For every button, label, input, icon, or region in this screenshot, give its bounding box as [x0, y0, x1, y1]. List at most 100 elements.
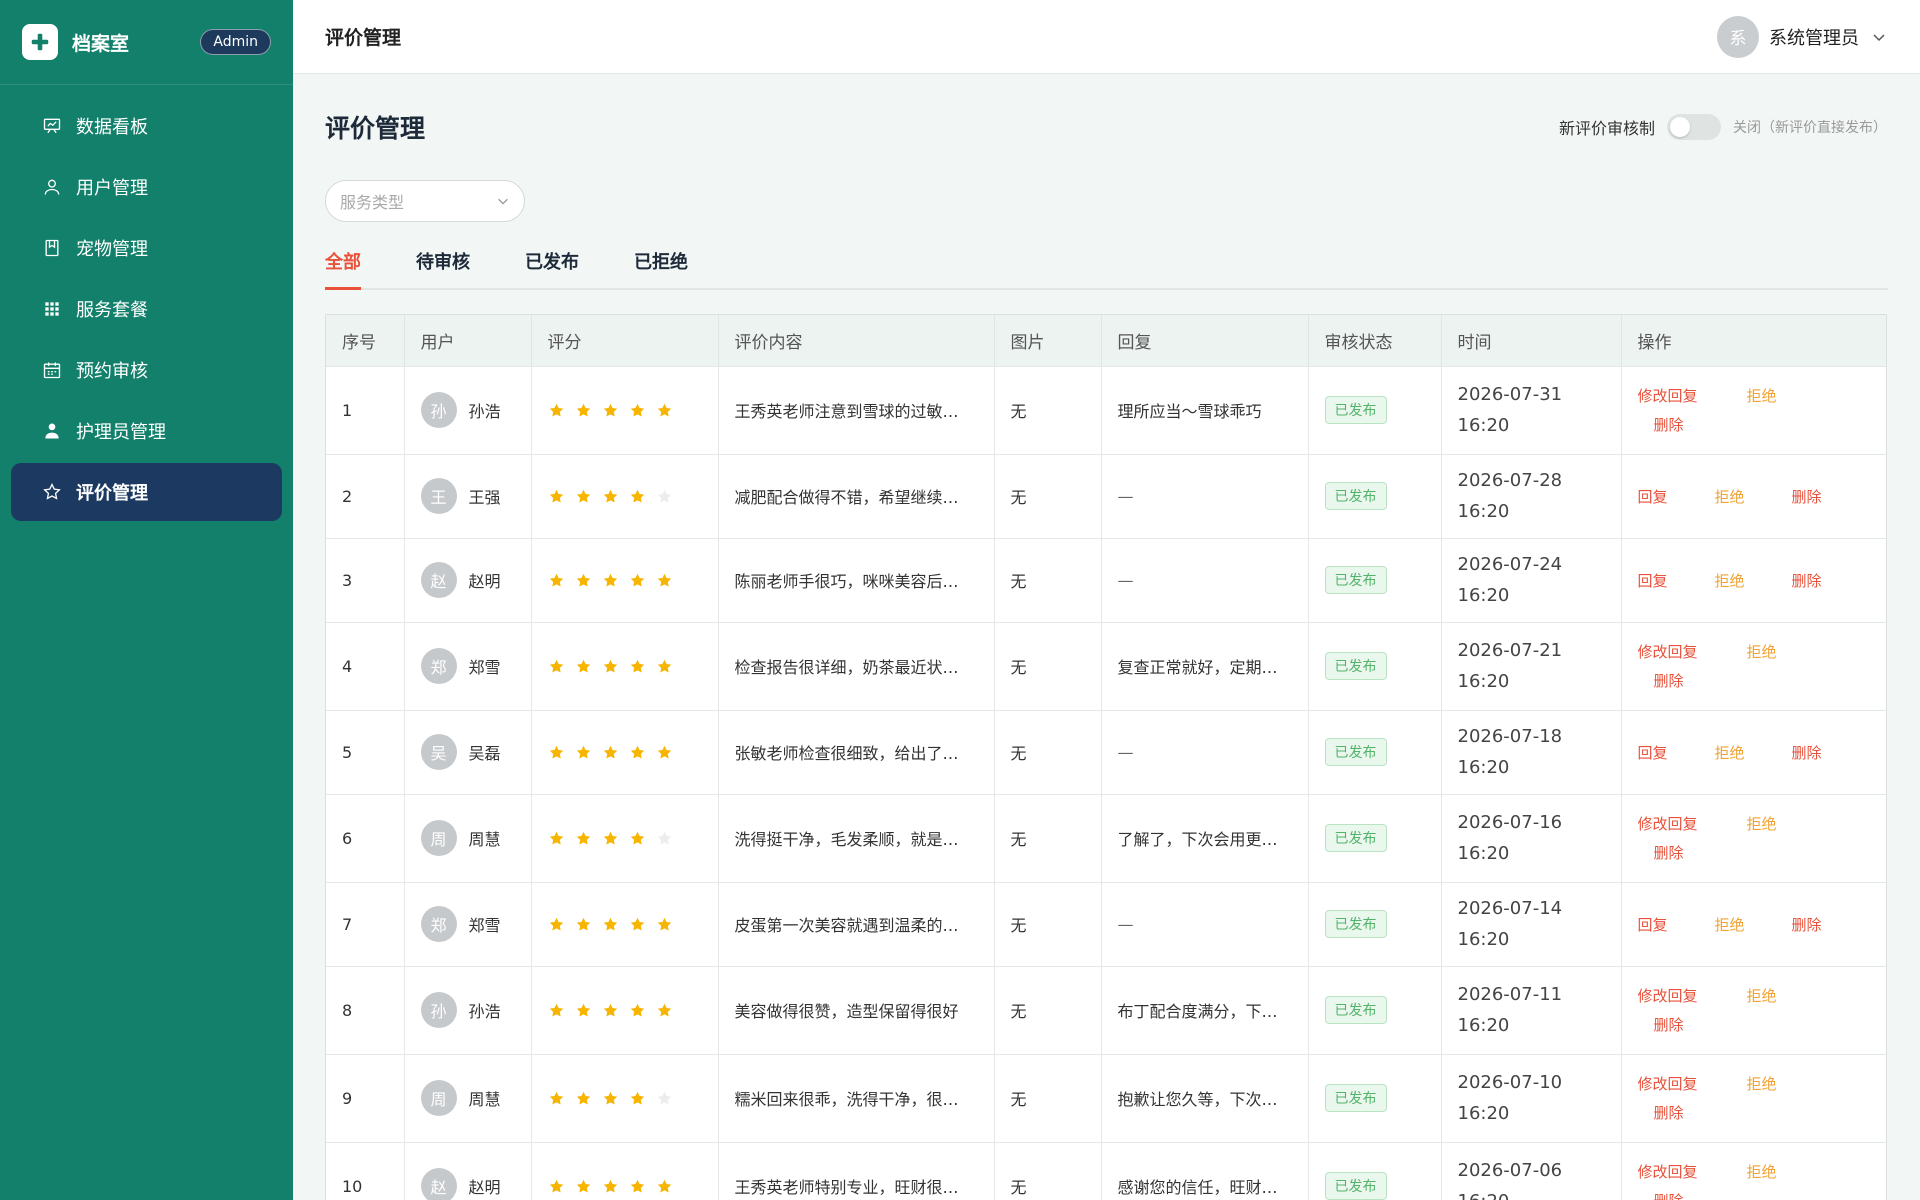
sidebar-item-label: 评价管理: [76, 483, 148, 504]
status-cell: 已发布: [1308, 453, 1442, 538]
time-line: 16:20: [1457, 843, 1510, 864]
delete-button[interactable]: 删除: [1654, 1102, 1887, 1123]
status-badge: 已发布: [1324, 910, 1387, 938]
row-actions: 修改回复拒绝删除: [1638, 1073, 1887, 1123]
column-header[interactable]: 时间: [1441, 315, 1622, 366]
reply-button[interactable]: 回复: [1638, 486, 1715, 507]
sidebar-item-appointments[interactable]: 预约审核: [11, 341, 282, 399]
delete-button[interactable]: 删除: [1792, 486, 1869, 507]
star-filled-icon: [657, 403, 671, 417]
edit-reply-button[interactable]: 修改回复: [1638, 985, 1747, 1006]
time-cell: 2026-07-28 16:20: [1441, 453, 1622, 538]
image-cell: 无: [994, 365, 1102, 454]
status-cell: 已发布: [1308, 537, 1442, 622]
column-header[interactable]: 回复: [1101, 315, 1309, 366]
delete-button[interactable]: 删除: [1654, 1014, 1887, 1035]
service-type-select[interactable]: 服务类型: [325, 180, 525, 222]
sidebar-item-packages[interactable]: 服务套餐: [11, 280, 282, 338]
tab-pending[interactable]: 待审核: [416, 248, 470, 288]
reply-cell: 理所应当～雪球乖巧: [1101, 365, 1309, 454]
edit-reply-button[interactable]: 修改回复: [1638, 1161, 1747, 1182]
sidebar-item-dashboard[interactable]: 数据看板: [11, 97, 282, 155]
content-cell: 减肥配合做得不错，希望继续保持: [718, 453, 995, 538]
time-cell: 2026-07-18 16:20: [1441, 709, 1622, 794]
status-badge: 已发布: [1324, 996, 1387, 1024]
brand: 档案室 Admin: [0, 0, 293, 85]
column-header[interactable]: 评分: [531, 315, 719, 366]
sidebar-item-label: 预约审核: [76, 361, 148, 382]
delete-button[interactable]: 删除: [1654, 670, 1887, 691]
column-header[interactable]: 评价内容: [718, 315, 995, 366]
reply-button[interactable]: 回复: [1638, 570, 1715, 591]
rating-cell: [531, 365, 719, 454]
delete-button[interactable]: 删除: [1654, 842, 1887, 863]
review-toggle-switch[interactable]: [1667, 114, 1721, 140]
reject-button[interactable]: 拒绝: [1715, 486, 1792, 507]
delete-button[interactable]: 删除: [1792, 914, 1869, 935]
column-header[interactable]: 审核状态: [1308, 315, 1442, 366]
user-cell: 周周慧: [404, 793, 532, 882]
sidebar-item-reviews[interactable]: 评价管理: [11, 463, 282, 521]
tab-all[interactable]: 全部: [325, 248, 361, 290]
sidebar-item-label: 数据看板: [76, 117, 148, 138]
row-actions: 回复 拒绝 删除: [1638, 914, 1887, 935]
status-badge: 已发布: [1324, 396, 1387, 424]
edit-reply-button[interactable]: 修改回复: [1638, 385, 1747, 406]
tab-rejected[interactable]: 已拒绝: [634, 248, 688, 288]
reply-button[interactable]: 回复: [1638, 742, 1715, 763]
review-content: 洗得挺干净，毛发柔顺，就是等得有点久: [734, 830, 994, 849]
tab-published[interactable]: 已发布: [525, 248, 579, 288]
reject-button[interactable]: 拒绝: [1747, 641, 1777, 662]
reject-button[interactable]: 拒绝: [1715, 570, 1792, 591]
reply-text: —: [1117, 914, 1134, 934]
user-name: 赵明: [468, 572, 501, 591]
review-content: 减肥配合做得不错，希望继续保持: [734, 488, 975, 507]
star-filled-icon: [603, 745, 617, 759]
reject-button[interactable]: 拒绝: [1715, 742, 1792, 763]
delete-button[interactable]: 删除: [1654, 1190, 1887, 1200]
review-content: 张敏老师检查很细致，给出了很多建议: [734, 744, 994, 763]
user-menu[interactable]: 系 系统管理员: [1717, 15, 1887, 58]
reject-button[interactable]: 拒绝: [1747, 985, 1777, 1006]
column-header[interactable]: 图片: [994, 315, 1102, 366]
edit-reply-button[interactable]: 修改回复: [1638, 1073, 1747, 1094]
sidebar-item-caregivers[interactable]: 护理员管理: [11, 402, 282, 460]
reject-button[interactable]: 拒绝: [1747, 385, 1777, 406]
status-badge: 已发布: [1324, 566, 1387, 594]
edit-reply-button[interactable]: 修改回复: [1638, 641, 1747, 662]
reject-button[interactable]: 拒绝: [1715, 914, 1792, 935]
time-cell: 2026-07-14 16:20: [1441, 881, 1622, 966]
row-number: 10: [326, 1141, 405, 1200]
delete-button[interactable]: 删除: [1792, 570, 1869, 591]
time-line: 16:20: [1457, 415, 1510, 436]
reject-button[interactable]: 拒绝: [1747, 813, 1777, 834]
column-header[interactable]: 序号: [326, 315, 405, 366]
time-cell: 2026-07-31 16:20: [1441, 365, 1622, 454]
rating-cell: [531, 537, 719, 622]
delete-button[interactable]: 删除: [1792, 742, 1869, 763]
status-badge: 已发布: [1324, 1084, 1387, 1112]
avatar: 吴: [420, 734, 457, 770]
star-filled-icon: [549, 573, 563, 587]
reply-cell: 布丁配合度满分，下次再见: [1101, 965, 1309, 1054]
reject-button[interactable]: 拒绝: [1747, 1073, 1777, 1094]
star-filled-icon: [576, 489, 590, 503]
reject-button[interactable]: 拒绝: [1747, 1161, 1777, 1182]
star-filled-icon: [576, 1091, 590, 1105]
sidebar-item-users[interactable]: 用户管理: [11, 158, 282, 216]
time-line: 16:20: [1457, 929, 1510, 950]
row-number: 4: [326, 621, 405, 710]
table-header-row: 序号 用户 评分 评价内容 图片 回复 审核状态 时间 操作: [326, 315, 1886, 366]
star-filled-icon: [657, 917, 671, 931]
reply-button[interactable]: 回复: [1638, 914, 1715, 935]
delete-button[interactable]: 删除: [1654, 414, 1887, 435]
sidebar-item-pets[interactable]: 宠物管理: [11, 219, 282, 277]
user-name: 系统管理员: [1769, 27, 1859, 49]
row-actions: 修改回复拒绝删除: [1638, 641, 1887, 691]
column-header[interactable]: 操作: [1621, 315, 1886, 366]
reply-text: —: [1117, 742, 1134, 762]
column-header[interactable]: 用户: [404, 315, 532, 366]
edit-reply-button[interactable]: 修改回复: [1638, 813, 1747, 834]
actions-cell: 修改回复拒绝删除: [1621, 965, 1887, 1054]
reply-cell: 复查正常就好，定期体检更放心: [1101, 621, 1309, 710]
